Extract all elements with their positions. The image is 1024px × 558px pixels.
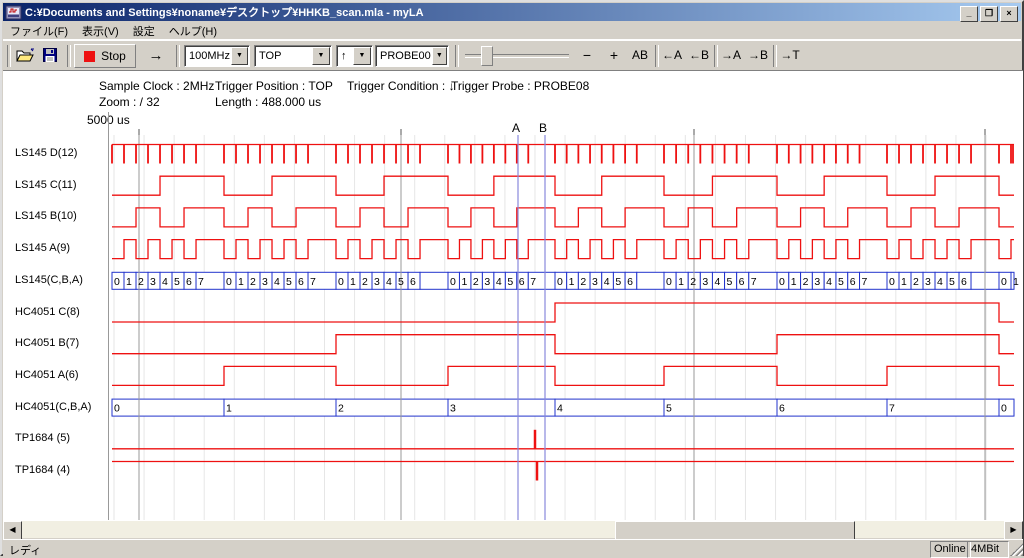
open-folder-icon xyxy=(16,48,34,62)
trigger-position-info: Trigger Position : TOP xyxy=(215,79,333,93)
length-info: Length : 488.000 us xyxy=(215,95,321,109)
channel-label-3: LS145 A(9) xyxy=(15,242,70,254)
status-online-badge: Online xyxy=(930,541,971,558)
cursor-b-label[interactable]: B xyxy=(539,121,547,135)
menu-bar: ファイル(F) 表示(V) 設定 ヘルプ(H) xyxy=(3,21,1021,41)
scrollbar-thumb[interactable] xyxy=(615,521,855,540)
menu-help[interactable]: ヘルプ(H) xyxy=(162,21,224,41)
zoom-in-button[interactable]: + xyxy=(602,44,626,66)
app-icon xyxy=(5,5,22,20)
close-button[interactable]: × xyxy=(1000,6,1018,22)
app-window: C:¥Documents and Settings¥noname¥デスクトップ¥… xyxy=(0,0,1024,556)
chevron-down-icon[interactable]: ▼ xyxy=(231,47,248,65)
scroll-right-icon: ▶ xyxy=(1010,525,1016,534)
chevron-down-icon[interactable]: ▼ xyxy=(432,47,447,65)
toolbar: Stop → 100MHz ▼ TOP ▼ ↑ ▼ PROBE00 ▼ − + … xyxy=(3,40,1021,71)
scroll-right-button[interactable]: ▶ xyxy=(1004,521,1023,540)
channel-label-5: HC4051 C(8) xyxy=(15,306,80,318)
title-bar[interactable]: C:¥Documents and Settings¥noname¥デスクトップ¥… xyxy=(3,3,1021,21)
chevron-down-icon[interactable]: ▼ xyxy=(312,47,330,65)
channel-label-7: HC4051 A(6) xyxy=(15,369,79,381)
left-b-icon: ←B xyxy=(689,48,709,62)
scroll-left-icon: ◀ xyxy=(9,525,15,534)
trigger-edge-value: ↑ xyxy=(337,50,352,62)
channel-label-2: LS145 B(10) xyxy=(15,210,77,222)
scroll-left-button[interactable]: ◀ xyxy=(3,521,22,540)
sample-clock-combo[interactable]: 100MHz ▼ xyxy=(184,45,250,67)
maximize-button[interactable]: ❐ xyxy=(980,6,998,22)
run-button[interactable]: → xyxy=(141,44,171,66)
stop-icon xyxy=(84,51,95,62)
trigger-probe-value: PROBE00 xyxy=(376,50,431,62)
right-t-icon: →T xyxy=(780,48,799,62)
trigger-position-combo[interactable]: TOP ▼ xyxy=(254,45,332,67)
goto-b-right-button[interactable]: →B xyxy=(745,44,771,66)
goto-a-right-button[interactable]: →A xyxy=(718,44,744,66)
trigger-probe-info: Trigger Probe : PROBE08 xyxy=(451,79,589,93)
menu-settings[interactable]: 設定 xyxy=(126,21,162,41)
sample-clock-info: Sample Clock : 2MHz xyxy=(99,79,214,93)
status-memory-badge: 4MBit xyxy=(967,541,1009,558)
right-a-icon: →A xyxy=(721,48,741,62)
minus-icon: − xyxy=(583,47,591,63)
left-a-icon: ←A xyxy=(662,48,682,62)
stop-label: Stop xyxy=(101,49,126,63)
channel-label-8: HC4051(C,B,A) xyxy=(15,401,91,413)
toolbar-separator xyxy=(67,45,71,67)
status-bar: レディ Online 4MBit xyxy=(3,539,1023,557)
plus-icon: + xyxy=(610,47,618,63)
channel-label-10: TP1684 (4) xyxy=(15,464,70,476)
trigger-condition-info: Trigger Condition : ↓ xyxy=(347,79,455,93)
cursor-a-label[interactable]: A xyxy=(512,121,520,135)
ab-label: AB xyxy=(632,48,648,62)
save-button[interactable] xyxy=(38,44,62,66)
minimize-button[interactable]: _ xyxy=(960,6,978,22)
resize-grip[interactable] xyxy=(1010,543,1023,556)
toolbar-separator xyxy=(176,45,180,67)
window-title: C:¥Documents and Settings¥noname¥デスクトップ¥… xyxy=(25,4,424,20)
menu-view[interactable]: 表示(V) xyxy=(75,21,126,41)
run-arrow-icon: → xyxy=(149,47,164,64)
stop-button[interactable]: Stop xyxy=(74,44,136,68)
goto-trigger-button[interactable]: →T xyxy=(777,44,803,66)
zoom-out-button[interactable]: − xyxy=(575,44,599,66)
chevron-down-icon[interactable]: ▼ xyxy=(353,47,371,65)
channel-label-6: HC4051 B(7) xyxy=(15,337,79,349)
zoom-info: Zoom : / 32 xyxy=(99,95,160,109)
goto-b-left-button[interactable]: ←B xyxy=(686,44,712,66)
menu-file[interactable]: ファイル(F) xyxy=(3,21,75,41)
trigger-edge-combo[interactable]: ↑ ▼ xyxy=(336,45,373,67)
channel-label-9: TP1684 (5) xyxy=(15,432,70,444)
channel-label-1: LS145 C(11) xyxy=(15,179,77,191)
trigger-position-value: TOP xyxy=(255,50,311,62)
right-b-icon: →B xyxy=(748,48,768,62)
zoom-slider-thumb[interactable] xyxy=(481,46,493,66)
channel-label-4: LS145(C,B,A) xyxy=(15,274,83,286)
goto-a-left-button[interactable]: ←A xyxy=(659,44,685,66)
horizontal-scrollbar[interactable]: ◀ ▶ xyxy=(3,521,1023,538)
channel-label-0: LS145 D(12) xyxy=(15,147,77,159)
open-file-button[interactable] xyxy=(13,44,37,66)
trigger-probe-combo[interactable]: PROBE00 ▼ xyxy=(375,45,449,67)
save-floppy-icon xyxy=(43,48,57,62)
waveform-client-area xyxy=(3,70,1023,522)
zoom-ab-button[interactable]: AB xyxy=(627,44,653,66)
toolbar-gripper xyxy=(7,45,11,67)
toolbar-separator xyxy=(455,45,459,67)
sample-clock-value: 100MHz xyxy=(185,50,230,62)
label-pane-divider[interactable] xyxy=(108,112,109,520)
